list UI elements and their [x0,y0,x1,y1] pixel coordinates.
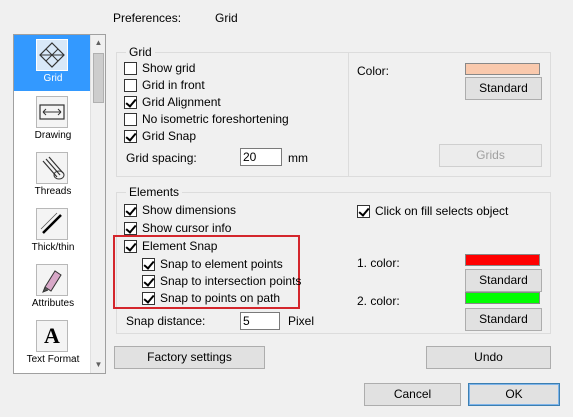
checkbox-box[interactable] [124,239,137,253]
category-item-threads[interactable]: Threads [14,148,92,204]
checkbox-label: No isometric foreshortening [142,112,289,126]
color1-label: 1. color: [357,256,400,270]
checkbox-label: Grid Alignment [142,95,221,109]
ok-button[interactable]: OK [468,383,560,406]
category-item-drawing[interactable]: Drawing [14,92,92,148]
checkbox-box[interactable] [124,203,137,217]
grid-in-front-checkbox[interactable]: Grid in front [124,77,205,93]
checkbox-label: Show grid [142,61,196,75]
grid-snap-checkbox[interactable]: Grid Snap [124,128,196,144]
color2-standard-button[interactable]: Standard [465,308,542,331]
category-label: Threads [34,186,72,197]
grid-icon [36,39,68,71]
category-item-grid[interactable]: Grid [14,35,92,91]
snap-distance-input[interactable]: 5 [240,312,280,330]
grid-color-standard-button[interactable]: Standard [465,77,542,100]
scroll-up-icon[interactable]: ▲ [91,35,106,51]
category-label: Drawing [34,130,72,141]
checkbox-box[interactable] [124,95,137,109]
click-fill-selects-checkbox[interactable]: Click on fill selects object [357,203,508,219]
thick-thin-icon [36,208,68,240]
threads-icon [36,152,68,184]
category-label: Attributes [31,298,75,309]
checkbox-label: Snap to points on path [160,291,281,305]
color2-swatch[interactable] [465,292,540,304]
grid-group-title: Grid [126,45,155,59]
category-item-text-format[interactable]: A Text Format [14,316,92,372]
checkbox-box[interactable] [124,61,137,75]
element-snap-checkbox[interactable]: Element Snap [124,238,217,254]
checkbox-box[interactable] [357,204,370,218]
category-label: Grid [43,73,63,84]
checkbox-box[interactable] [142,274,155,288]
show-dimensions-checkbox[interactable]: Show dimensions [124,202,236,218]
grid-spacing-input[interactable]: 20 [240,148,282,166]
grids-button[interactable]: Grids [439,144,542,167]
snap-distance-label: Snap distance: [126,314,206,328]
preferences-section-name: Grid [215,11,238,25]
cancel-button[interactable]: Cancel [364,383,461,406]
category-scrollbar[interactable]: ▲ ▼ [90,35,105,373]
show-cursor-info-checkbox[interactable]: Show cursor info [124,220,231,236]
grid-spacing-unit: mm [288,151,308,165]
snap-intersection-points-checkbox[interactable]: Snap to intersection points [142,273,301,289]
checkbox-box[interactable] [124,112,137,126]
checkbox-box[interactable] [142,291,155,305]
checkbox-box[interactable] [124,78,137,92]
grid-group-divider [348,53,349,176]
snap-points-on-path-checkbox[interactable]: Snap to points on path [142,290,280,306]
color1-standard-button[interactable]: Standard [465,269,542,292]
color1-swatch[interactable] [465,254,540,266]
checkbox-label: Grid in front [142,78,205,92]
attributes-icon [36,264,68,296]
checkbox-label: Element Snap [142,239,218,253]
drawing-icon [36,96,68,128]
grid-spacing-label: Grid spacing: [126,151,197,165]
category-list[interactable]: Grid Drawing Threads Thick/thin Attribut… [13,34,106,374]
color2-label: 2. color: [357,294,400,308]
scroll-down-icon[interactable]: ▼ [91,357,106,373]
checkbox-label: Show dimensions [142,203,237,217]
factory-settings-button[interactable]: Factory settings [114,346,265,369]
snap-distance-unit: Pixel [288,314,315,328]
text-format-icon: A [36,320,68,352]
elements-group-title: Elements [126,185,183,199]
grid-color-swatch[interactable] [465,63,540,75]
checkbox-label: Grid Snap [142,129,197,143]
checkbox-box[interactable] [124,221,137,235]
category-label: Text Format [26,354,80,365]
category-label: Thick/thin [31,242,75,253]
undo-button[interactable]: Undo [426,346,551,369]
category-item-thick-thin[interactable]: Thick/thin [14,204,92,260]
no-isometric-checkbox[interactable]: No isometric foreshortening [124,111,289,127]
category-item-attributes[interactable]: Attributes [14,260,92,316]
snap-element-points-checkbox[interactable]: Snap to element points [142,256,283,272]
checkbox-box[interactable] [142,257,155,271]
preferences-label: Preferences: [113,11,182,25]
checkbox-label: Show cursor info [142,221,232,235]
grid-color-label: Color: [357,64,390,78]
checkbox-box[interactable] [124,129,137,143]
checkbox-label: Snap to element points [160,257,283,271]
grid-alignment-checkbox[interactable]: Grid Alignment [124,94,221,110]
checkbox-label: Snap to intersection points [160,274,302,288]
checkbox-label: Click on fill selects object [375,204,509,218]
show-grid-checkbox[interactable]: Show grid [124,60,195,76]
scrollbar-thumb[interactable] [93,53,104,103]
